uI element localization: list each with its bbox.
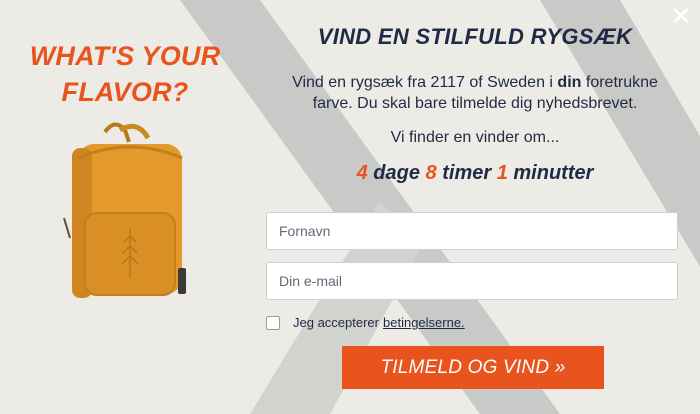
countdown-timer: 4 dage 8 timer 1 minutter bbox=[270, 162, 680, 185]
countdown-minutes-value: 1 bbox=[496, 162, 508, 184]
promo-headline-line2: FLAVOR? bbox=[61, 77, 189, 107]
email-input[interactable] bbox=[266, 262, 678, 300]
description-emphasis: din bbox=[557, 74, 582, 91]
countdown-days-value: 4 bbox=[356, 162, 368, 184]
consent-label: Jeg accepterer bbox=[293, 315, 379, 330]
consent-row: Jeg accepterer betingelserne. bbox=[266, 315, 465, 330]
countdown-days-label: dage bbox=[373, 162, 420, 184]
winner-text: Vi finder en vinder om... bbox=[390, 129, 560, 146]
promo-headline-line1: WHAT'S YOUR bbox=[29, 41, 221, 71]
backpack-image bbox=[63, 122, 186, 298]
promo-headline: WHAT'S YOUR FLAVOR? bbox=[0, 38, 250, 110]
description-part1: Vind en rygsæk fra 2117 of Sweden i bbox=[292, 74, 558, 91]
popup-title: VIND EN STILFULD RYGSÆK bbox=[317, 24, 633, 49]
submit-button[interactable]: TILMELD OG VIND » bbox=[342, 346, 604, 389]
countdown-minutes-label: minutter bbox=[513, 162, 594, 184]
terms-link[interactable]: betingelserne. bbox=[383, 315, 465, 330]
popup-description: Vind en rygsæk fra 2117 of Sweden i din … bbox=[270, 72, 680, 114]
first-name-input[interactable] bbox=[266, 212, 678, 250]
countdown-hours-label: timer bbox=[442, 162, 492, 184]
consent-checkbox[interactable] bbox=[266, 315, 280, 330]
countdown-hours-value: 8 bbox=[425, 162, 437, 184]
